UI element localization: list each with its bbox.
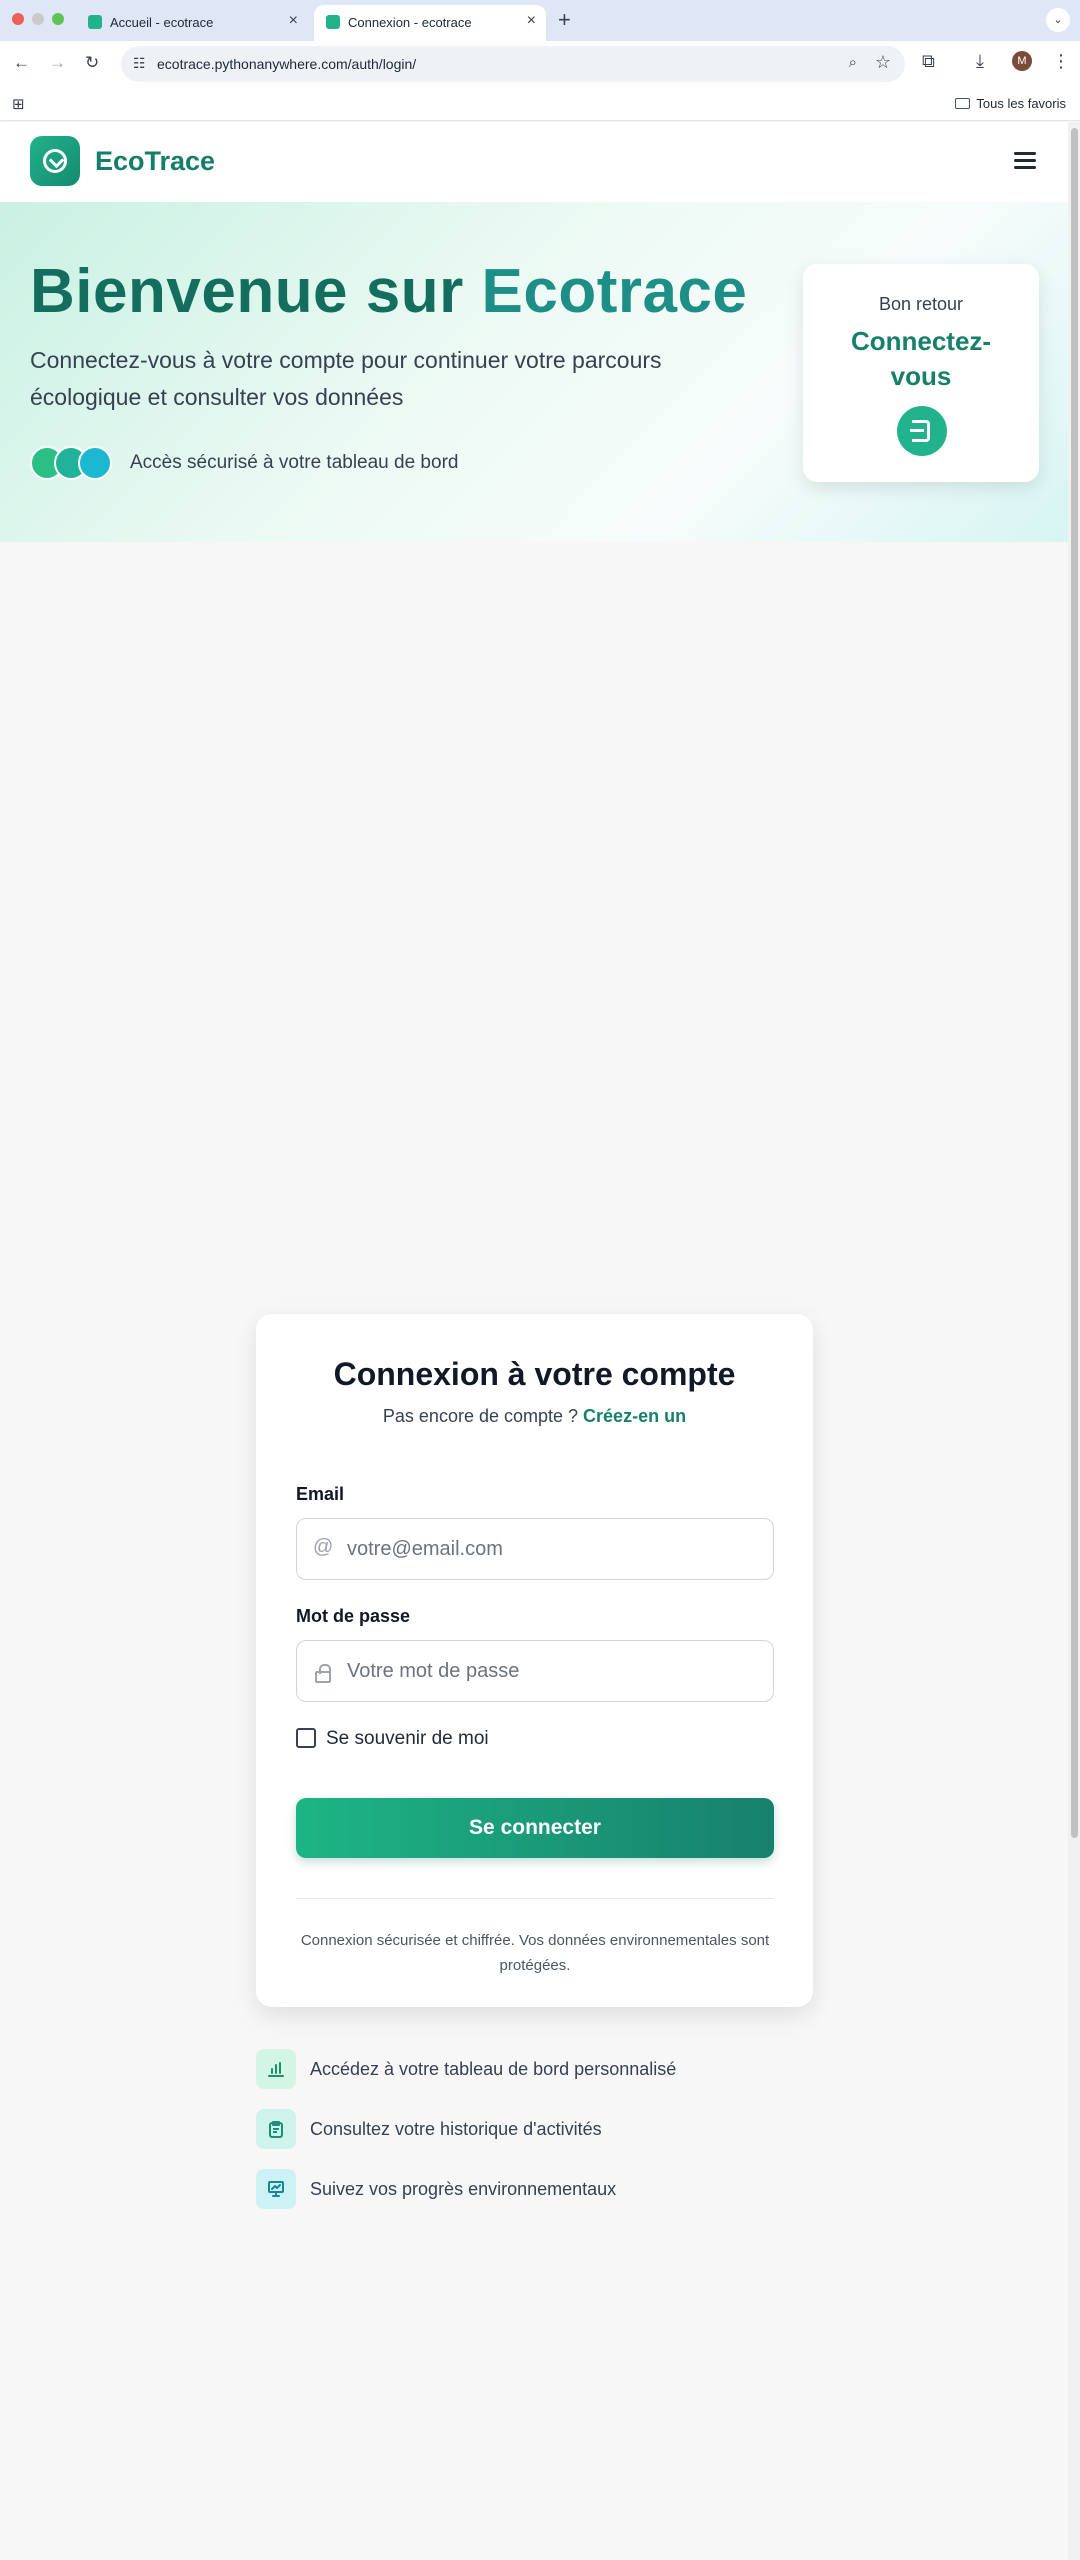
at-sign-icon: @: [313, 1536, 334, 1558]
tab-title: Accueil - ecotrace: [110, 15, 214, 30]
logo-icon[interactable]: [30, 136, 80, 186]
site-settings-icon[interactable]: ☷: [133, 55, 146, 72]
menu-kebab-icon[interactable]: ⋮: [1052, 51, 1070, 72]
avatar: [78, 446, 112, 480]
password-label: Mot de passe: [296, 1606, 411, 1626]
zoom-icon[interactable]: ⌕: [849, 54, 857, 71]
reload-button[interactable]: ↻: [85, 53, 99, 73]
hero-subtitle: Connectez-vous à votre compte pour conti…: [30, 347, 662, 410]
apps-grid-icon[interactable]: ⊞: [12, 95, 25, 113]
email-field[interactable]: [296, 1518, 774, 1580]
close-window-button[interactable]: [12, 13, 24, 25]
all-bookmarks-label: Tous les favoris: [976, 96, 1066, 111]
avatar-group: [30, 446, 120, 482]
remember-me-checkbox[interactable]: [296, 1728, 316, 1748]
favicon-icon: [326, 15, 340, 29]
tab-accueil[interactable]: Accueil - ecotrace ×: [76, 5, 308, 41]
bookmark-star-icon[interactable]: ☆: [875, 52, 891, 73]
extensions-icon[interactable]: ⧉: [922, 51, 935, 72]
favicon-icon: [88, 15, 102, 29]
bookmarks-bar: ⊞ Tous les favoris: [0, 87, 1080, 121]
presentation-icon: [256, 2169, 296, 2209]
feature-item: Consultez votre historique d'activités: [256, 2109, 856, 2149]
hero-section: Bienvenue sur Ecotrace Connectez-vous à …: [0, 202, 1068, 542]
hamburger-menu-icon[interactable]: [1014, 152, 1036, 170]
feature-text: Accédez à votre tableau de bord personna…: [310, 2059, 677, 2079]
bar-chart-icon: [256, 2049, 296, 2089]
signup-link[interactable]: Créez-en un: [583, 1406, 686, 1426]
email-label: Email: [296, 1484, 345, 1504]
maximize-window-button[interactable]: [52, 13, 64, 25]
folder-icon: [955, 98, 971, 109]
security-note: Connexion sécurisée et chiffrée. Vos don…: [300, 1932, 770, 1974]
tab-search-button[interactable]: ⌄: [1046, 8, 1070, 32]
login-arrow-icon[interactable]: [897, 406, 947, 456]
close-icon[interactable]: ×: [289, 12, 298, 30]
feature-item: Suivez vos progrès environnementaux: [256, 2169, 856, 2209]
address-bar[interactable]: ☷ ecotrace.pythonanywhere.com/auth/login…: [121, 46, 905, 82]
welcome-cta-text: Connectez-vous: [850, 326, 992, 391]
login-form: Connexion à votre compte Pas encore de c…: [256, 1314, 813, 2007]
download-icon[interactable]: ⤓: [976, 51, 984, 72]
close-icon[interactable]: ×: [527, 12, 536, 30]
site-header: EcoTrace: [0, 122, 1068, 202]
welcome-back-label: Bon retour: [878, 294, 964, 314]
minimize-window-button[interactable]: [32, 13, 44, 25]
remember-me-label[interactable]: Se souvenir de moi: [326, 1728, 489, 1750]
browser-tab-bar: Accueil - ecotrace × Connexion - ecotrac…: [0, 0, 1080, 41]
password-field[interactable]: [296, 1640, 774, 1702]
browser-toolbar: ← → ↻ ☷ ecotrace.pythonanywhere.com/auth…: [0, 41, 1080, 87]
profile-avatar[interactable]: M: [1012, 51, 1032, 71]
back-button[interactable]: ←: [13, 53, 30, 73]
welcome-back-card: Bon retour Connectez-vous: [803, 264, 1039, 482]
clipboard-icon: [256, 2109, 296, 2149]
all-bookmarks-folder[interactable]: Tous les favoris: [955, 96, 1066, 111]
divider: [296, 1898, 774, 1899]
lock-icon: [315, 1664, 331, 1683]
brand-name[interactable]: EcoTrace: [95, 146, 215, 177]
signup-prompt: Pas encore de compte ? Créez-en un: [382, 1406, 687, 1426]
new-tab-button[interactable]: +: [558, 7, 571, 33]
feature-item: Accédez à votre tableau de bord personna…: [256, 2049, 856, 2089]
login-button[interactable]: Se connecter: [296, 1798, 774, 1858]
tab-connexion[interactable]: Connexion - ecotrace ×: [314, 5, 546, 41]
url-text[interactable]: ecotrace.pythonanywhere.com/auth/login/: [157, 56, 416, 72]
tab-title: Connexion - ecotrace: [348, 15, 472, 30]
feature-text: Suivez vos progrès environnementaux: [310, 2179, 617, 2199]
secure-access-note: Accès sécurisé à votre tableau de bord: [130, 452, 459, 473]
feature-text: Consultez votre historique d'activités: [310, 2119, 602, 2139]
scrollbar-thumb[interactable]: [1071, 128, 1078, 1838]
hero-title: Bienvenue sur Ecotrace: [30, 257, 748, 326]
forward-button[interactable]: →: [49, 53, 66, 73]
login-title: Connexion à votre compte: [333, 1356, 736, 1392]
